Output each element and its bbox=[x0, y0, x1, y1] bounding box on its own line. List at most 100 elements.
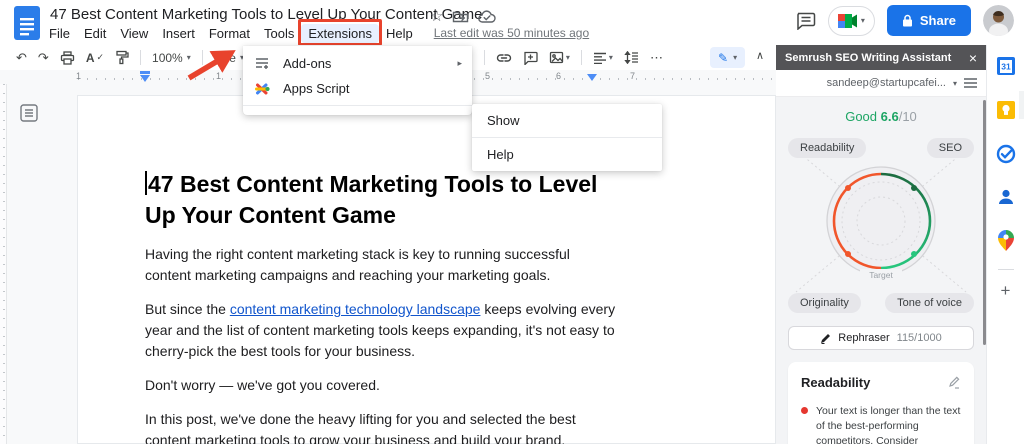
paragraph[interactable]: In this post, we've done the heavy lifti… bbox=[145, 409, 619, 444]
comment-history-icon[interactable] bbox=[795, 11, 816, 30]
menu-view[interactable]: View bbox=[113, 24, 155, 43]
spellcheck-button[interactable]: A✓ bbox=[86, 52, 104, 64]
paragraph[interactable]: Don't worry — we've got you covered. bbox=[145, 375, 619, 396]
lock-icon bbox=[902, 14, 913, 27]
last-edit-link[interactable]: Last edit was 50 minutes ago bbox=[434, 26, 589, 40]
hamburger-menu-icon[interactable] bbox=[964, 78, 977, 88]
toolbar-divider bbox=[140, 50, 141, 65]
document-page[interactable]: 47 Best Content Marketing Tools to Level… bbox=[77, 95, 776, 444]
account-row: sandeep@startupcafei... ▾ bbox=[776, 70, 986, 97]
toolbar-divider bbox=[202, 50, 203, 65]
insert-link-button[interactable] bbox=[496, 52, 512, 64]
toolbar-divider bbox=[581, 50, 582, 65]
rephraser-button[interactable]: Rephraser 115/1000 bbox=[788, 326, 974, 350]
cloud-saved-icon[interactable] bbox=[478, 10, 496, 24]
menu-file[interactable]: File bbox=[42, 24, 77, 43]
editing-mode-button[interactable]: ✎ ▾ bbox=[710, 47, 745, 68]
menu-item-apps-script[interactable]: Apps Script bbox=[243, 76, 472, 101]
toolbar-divider bbox=[484, 50, 485, 65]
vertical-ruler bbox=[0, 84, 7, 444]
calendar-icon[interactable]: 31 bbox=[996, 56, 1016, 76]
addons-icon bbox=[255, 57, 270, 70]
right-indent-marker[interactable] bbox=[587, 74, 597, 81]
tone-of-voice-pill[interactable]: Tone of voice bbox=[885, 293, 974, 313]
paragraph[interactable]: Having the right content marketing stack… bbox=[145, 244, 619, 286]
apps-script-icon bbox=[255, 82, 270, 96]
menu-edit[interactable]: Edit bbox=[77, 24, 113, 43]
menu-divider bbox=[243, 105, 472, 106]
zoom-select[interactable]: 100%▾ bbox=[152, 51, 191, 65]
submenu-arrow-icon: ▸ bbox=[457, 58, 462, 69]
semrush-sidebar: Semrush SEO Writing Assistant × sandeep@… bbox=[776, 45, 986, 444]
inline-link[interactable]: content marketing technology landscape bbox=[230, 301, 481, 317]
close-icon[interactable]: × bbox=[969, 51, 977, 65]
paint-format-button[interactable] bbox=[115, 50, 129, 65]
move-folder-icon[interactable] bbox=[452, 9, 469, 24]
add-comment-button[interactable] bbox=[523, 51, 538, 65]
first-line-indent-marker[interactable] bbox=[140, 71, 150, 74]
score-gauge: Target bbox=[788, 146, 974, 296]
readability-card-title: Readability bbox=[801, 375, 870, 390]
insert-image-button[interactable]: ▾ bbox=[549, 51, 570, 64]
paragraph-style-select[interactable]: Title▾ bbox=[214, 51, 244, 65]
menu-format[interactable]: Format bbox=[202, 24, 257, 43]
menu-item-semrush[interactable]: Semrush SEO Writing Assistant ▸ bbox=[1019, 91, 1024, 119]
content-score: Good 6.6/10 bbox=[788, 109, 974, 124]
pencil-icon: ✎ bbox=[718, 51, 728, 65]
extensions-menu: Add-ons ▸ Apps Script Semrush SEO Writin… bbox=[243, 46, 472, 115]
originality-pill[interactable]: Originality bbox=[788, 293, 861, 313]
star-icon[interactable]: ☆ bbox=[430, 9, 443, 24]
menu-tools[interactable]: Tools bbox=[257, 24, 301, 43]
menu-insert[interactable]: Insert bbox=[155, 24, 202, 43]
meet-button[interactable]: ▾ bbox=[828, 6, 875, 36]
sidebar-title: Semrush SEO Writing Assistant bbox=[785, 52, 969, 64]
readability-issue[interactable]: Your text is longer than the text of the… bbox=[801, 404, 961, 444]
seo-pill[interactable]: SEO bbox=[927, 138, 974, 158]
redo-button[interactable]: ↷ bbox=[38, 51, 49, 64]
rail-divider bbox=[998, 269, 1014, 270]
document-title[interactable]: 47 Best Content Marketing Tools to Level… bbox=[50, 6, 482, 23]
print-button[interactable] bbox=[60, 51, 75, 65]
rephraser-pen-icon bbox=[820, 333, 831, 344]
left-indent-marker[interactable] bbox=[140, 75, 150, 82]
score-gauge-block: Target Readability SEO Originality Tone … bbox=[788, 138, 974, 313]
hide-menus-button[interactable]: ∧ bbox=[756, 49, 764, 62]
chevron-down-icon: ▾ bbox=[609, 54, 613, 62]
align-button[interactable]: ▾ bbox=[593, 52, 613, 64]
menu-item-addons[interactable]: Add-ons ▸ bbox=[243, 51, 472, 76]
chevron-down-icon: ▾ bbox=[861, 16, 865, 25]
chevron-down-icon: ▾ bbox=[187, 53, 191, 62]
account-email[interactable]: sandeep@startupcafei... bbox=[827, 77, 946, 89]
keep-icon[interactable] bbox=[996, 100, 1016, 120]
line-spacing-button[interactable] bbox=[624, 51, 639, 64]
menu-extensions[interactable]: Extensions bbox=[301, 24, 379, 43]
submenu-item-help[interactable]: Help bbox=[472, 138, 662, 171]
meet-icon bbox=[838, 14, 857, 28]
svg-text:31: 31 bbox=[1001, 62, 1011, 72]
chevron-down-icon[interactable]: ▾ bbox=[953, 79, 957, 88]
google-docs-icon[interactable] bbox=[13, 5, 41, 41]
avatar[interactable] bbox=[983, 5, 1014, 36]
contacts-icon[interactable] bbox=[997, 188, 1015, 206]
target-label: Target bbox=[869, 270, 893, 280]
text-cursor bbox=[145, 171, 147, 195]
chevron-down-icon: ▾ bbox=[733, 53, 737, 62]
tasks-icon[interactable] bbox=[996, 144, 1016, 164]
semrush-submenu: Show Help bbox=[472, 104, 662, 171]
readability-card: Readability Your text is longer than the… bbox=[788, 362, 974, 444]
menu-help[interactable]: Help bbox=[379, 24, 420, 43]
maps-icon[interactable] bbox=[998, 230, 1014, 251]
chevron-down-icon: ▾ bbox=[566, 54, 570, 62]
add-addon-button[interactable]: + bbox=[1001, 282, 1011, 299]
paragraph[interactable]: But since the content marketing technolo… bbox=[145, 299, 619, 362]
document-outline-button[interactable] bbox=[16, 100, 41, 125]
submenu-item-show[interactable]: Show bbox=[472, 104, 662, 137]
titlebar: 47 Best Content Marketing Tools to Level… bbox=[0, 0, 1024, 45]
more-options-button[interactable]: ⋯ bbox=[650, 51, 663, 64]
document-heading[interactable]: 47 Best Content Marketing Tools to Level… bbox=[145, 169, 621, 231]
menubar: File Edit View Insert Format Tools Exten… bbox=[42, 23, 589, 43]
undo-button[interactable]: ↶ bbox=[16, 51, 27, 64]
readability-pill[interactable]: Readability bbox=[788, 138, 866, 158]
share-button[interactable]: Share bbox=[887, 5, 971, 36]
edit-pencil-icon[interactable] bbox=[947, 375, 961, 389]
